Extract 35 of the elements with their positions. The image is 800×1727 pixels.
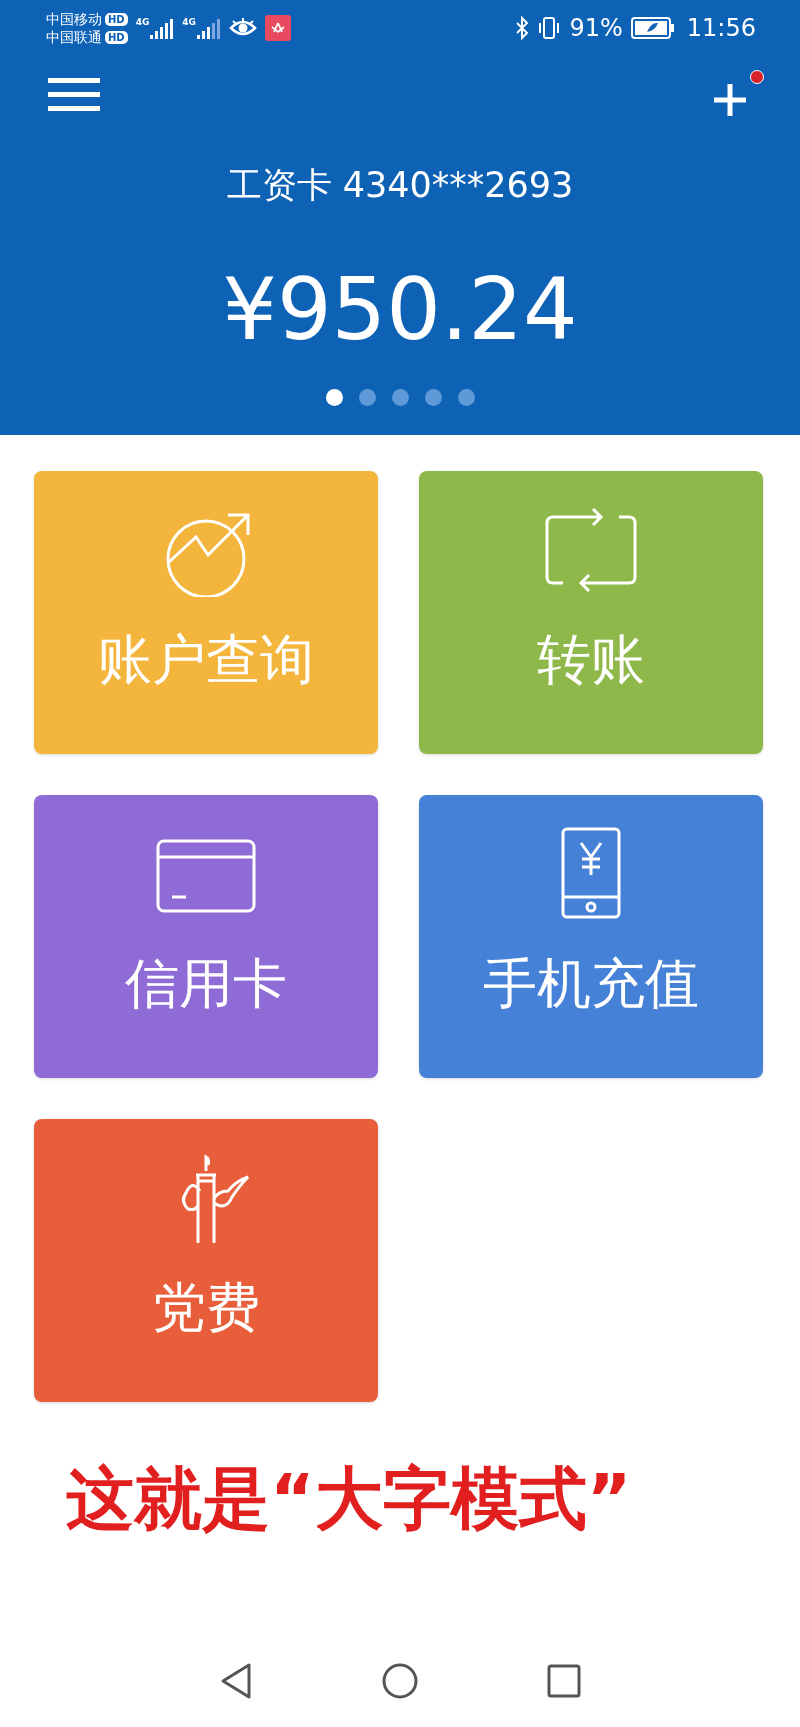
bluetooth-icon xyxy=(515,16,530,40)
page-dot[interactable] xyxy=(424,389,442,406)
recents-icon xyxy=(547,1664,581,1698)
network-label: 4G xyxy=(135,17,150,27)
battery-icon xyxy=(630,17,675,39)
app-icon xyxy=(265,15,291,41)
hd-badge: HD xyxy=(105,12,128,26)
menu-icon xyxy=(48,76,100,112)
feature-tile[interactable]: 账户查询 xyxy=(34,471,378,754)
recents-button[interactable] xyxy=(547,1664,581,1698)
home-icon xyxy=(381,1662,419,1700)
carrier-name: 中国联通 xyxy=(46,29,102,45)
eye-icon xyxy=(229,18,257,38)
card-label: 工资卡 4340***2693 xyxy=(226,164,574,207)
feature-tile[interactable]: 手机充值 xyxy=(419,795,763,1078)
vibrate-icon xyxy=(537,16,562,40)
feature-tile[interactable]: 信用卡 xyxy=(34,795,378,1078)
back-button[interactable] xyxy=(219,1662,253,1700)
signal-icon xyxy=(150,17,175,39)
carrier-name: 中国移动 xyxy=(46,11,102,27)
home-button[interactable] xyxy=(381,1662,419,1700)
caption-text: 这就是“大字模式” xyxy=(66,1458,633,1540)
balance-amount: ¥950.24 xyxy=(222,259,578,359)
hd-badge: HD xyxy=(105,30,128,44)
feature-tile[interactable]: 转账 xyxy=(419,471,763,754)
page-dot[interactable] xyxy=(325,389,343,406)
feature-tile[interactable]: 党费 xyxy=(34,1119,378,1402)
page-dot[interactable] xyxy=(358,389,376,406)
signal-icon xyxy=(197,17,221,39)
page-dot[interactable] xyxy=(457,389,475,406)
clock-time: 11:56 xyxy=(686,14,756,42)
back-icon xyxy=(219,1662,253,1700)
battery-percent: 91% xyxy=(569,14,623,42)
network-label: 4G xyxy=(182,17,196,27)
page-dot[interactable] xyxy=(391,389,409,406)
